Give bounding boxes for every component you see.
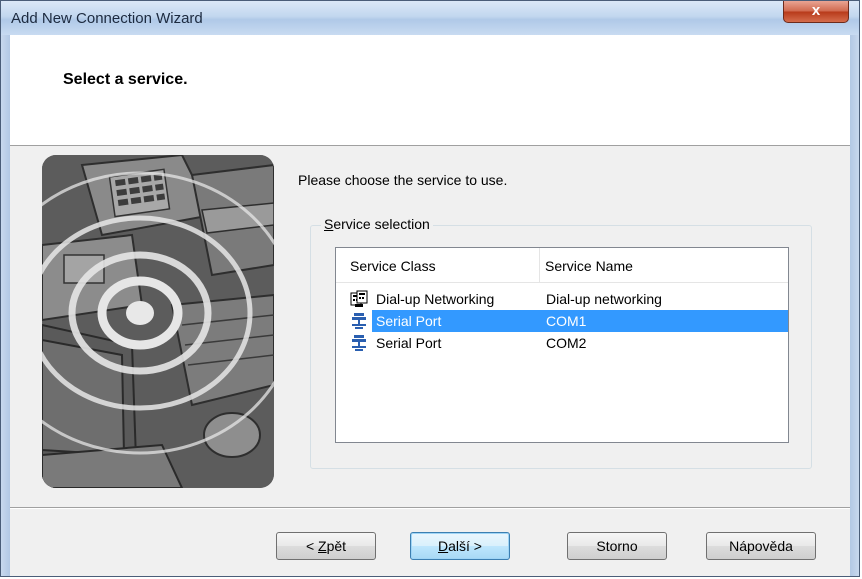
next-button-text: alší > (448, 538, 482, 554)
column-header-service-class-label: Service Class (350, 258, 436, 274)
dialup-networking-icon (350, 290, 368, 307)
column-header-service-name[interactable]: Service Name (540, 248, 788, 282)
service-list[interactable]: Service Class Service Name Dial-up Netwo… (335, 247, 789, 443)
title-bar[interactable]: Add New Connection Wizard x (1, 1, 859, 36)
close-button[interactable]: x (783, 1, 849, 23)
next-button[interactable]: Další > (410, 532, 510, 560)
service-class-cell: Dial-up Networking (376, 291, 495, 307)
column-header-service-class[interactable]: Service Class (336, 248, 540, 282)
back-button[interactable]: < Zpět (276, 532, 376, 560)
column-header-service-name-label: Service Name (545, 258, 633, 274)
back-button-text: pět (326, 538, 347, 554)
back-button-prefix: < (305, 538, 319, 554)
window-frame-left (1, 35, 10, 576)
serial-port-icon (352, 313, 366, 329)
service-name-cell: COM1 (546, 313, 587, 329)
window-frame-right (850, 35, 859, 576)
service-row-com2[interactable]: Serial Port COM2 (336, 332, 788, 354)
footer-divider-highlight (10, 508, 850, 509)
service-list-header: Service Class Service Name (336, 248, 788, 283)
wizard-illustration-graphic (42, 155, 274, 488)
page-title: Select a service. (63, 71, 188, 88)
service-selection-label-text: ervice selection (333, 216, 430, 232)
service-row-dialup[interactable]: Dial-up Networking Dial-up networking (336, 288, 788, 310)
cancel-button[interactable]: Storno (567, 532, 667, 560)
serial-port-icon (352, 335, 366, 351)
back-button-accel: Z (318, 538, 327, 554)
service-selection-label-accel: S (324, 216, 334, 232)
close-icon: x (811, 2, 821, 19)
help-button[interactable]: Nápověda (706, 532, 816, 560)
wizard-client-area: Select a service. Please choose the serv… (10, 35, 850, 576)
service-row-com1[interactable]: Serial Port COM1 (336, 310, 788, 332)
wizard-window: Add New Connection Wizard x Select a ser… (0, 0, 860, 577)
wizard-header: Select a service. (10, 35, 850, 146)
service-class-cell: Serial Port (376, 313, 442, 329)
next-button-accel: D (438, 538, 449, 554)
window-title: Add New Connection Wizard (11, 10, 203, 27)
service-selection-label: Service selection (321, 216, 433, 232)
instruction-text: Please choose the service to use. (298, 172, 508, 188)
service-name-cell: Dial-up networking (546, 291, 662, 307)
service-name-cell: COM2 (546, 335, 587, 351)
wizard-illustration (42, 155, 274, 488)
service-class-cell: Serial Port (376, 335, 442, 351)
